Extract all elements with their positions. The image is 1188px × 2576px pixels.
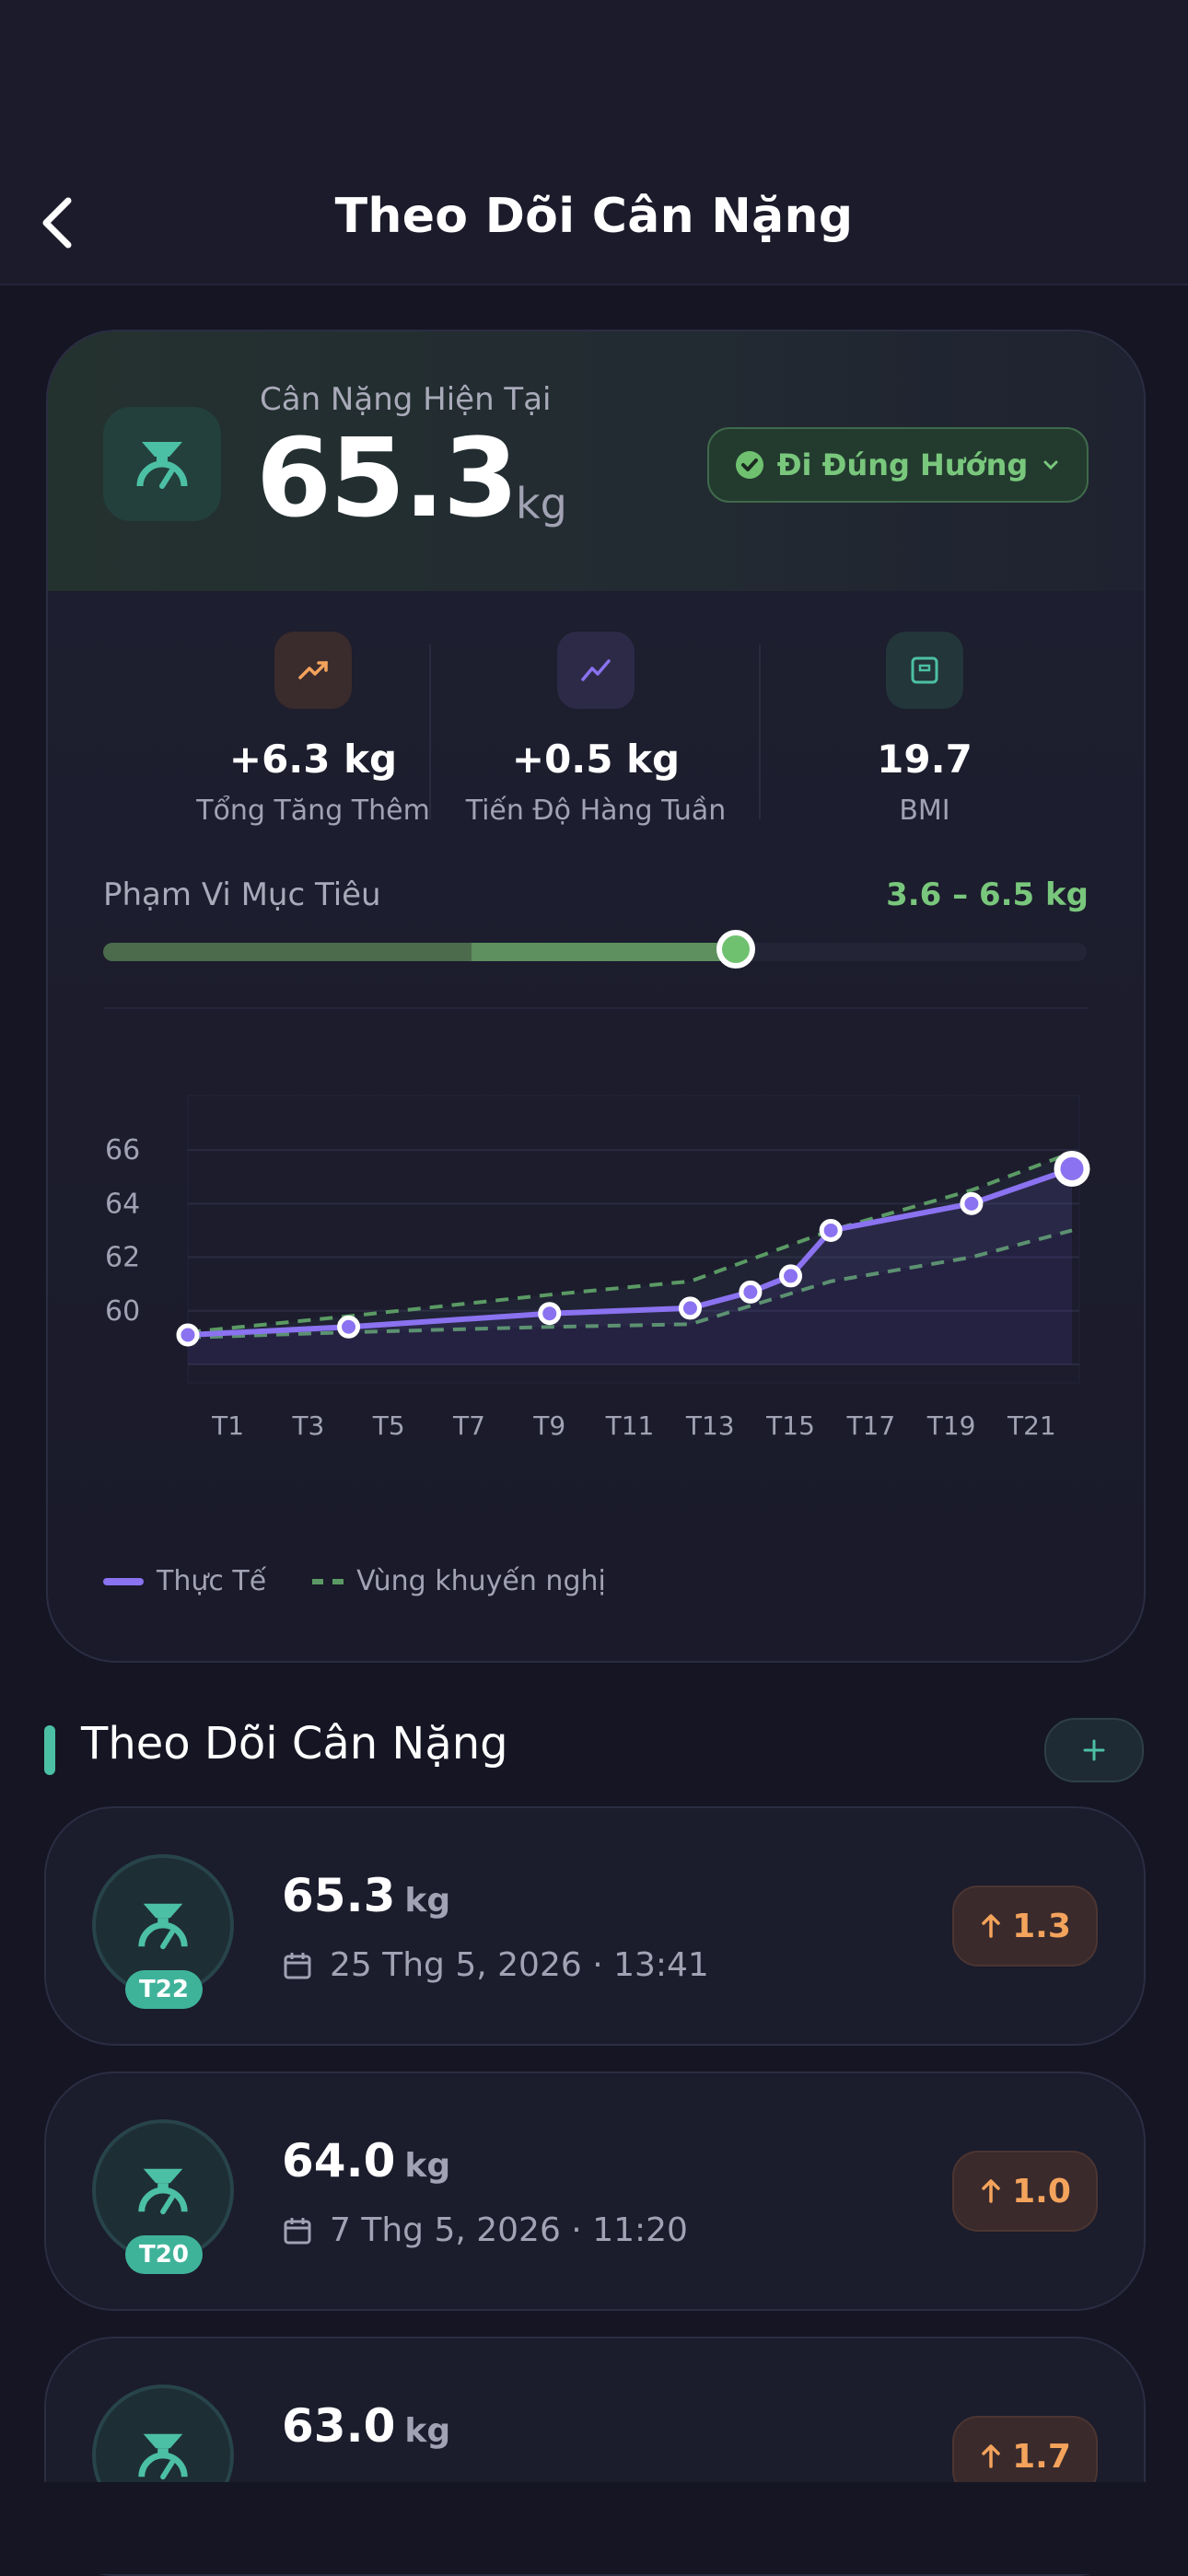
status-dropdown[interactable]: Đi Đúng Hướng [707, 427, 1089, 503]
entry-date-text: 7 Thg 5, 2026 · 11:20 [330, 2211, 688, 2249]
target-range-marker [716, 930, 755, 969]
entry-weight-value: 65.3 [282, 1869, 396, 1922]
target-range-value: 3.6 – 6.5 kg [886, 876, 1089, 913]
x-tick-label: T11 [605, 1410, 655, 1441]
y-tick-label: 66 [105, 1134, 140, 1166]
data-point [960, 1191, 984, 1215]
x-tick-label: T15 [765, 1410, 815, 1441]
legend-band-label: Vùng khuyến nghị [356, 1565, 606, 1597]
legend-actual-swatch [103, 1577, 144, 1585]
add-entry-button[interactable] [1044, 1718, 1144, 1782]
scale-icon [136, 442, 188, 489]
entry-weight-value: 64.0 [282, 2134, 396, 2187]
weight-entry-card[interactable]: T20 64.0 kg 7 Thg 5, 2026 · 11:20 1.0 [44, 2071, 1146, 2311]
scale-icon-box [103, 407, 221, 521]
legend-band-swatch [312, 1578, 344, 1584]
entry-date: 7 Thg 5, 2026 · 11:20 [282, 2211, 688, 2249]
data-point [176, 1323, 200, 1347]
stat-bmi-label: BMI [899, 795, 950, 827]
x-tick-label: T5 [372, 1410, 405, 1441]
bmi-scale-icon [886, 632, 963, 709]
x-tick-label: T7 [452, 1410, 485, 1441]
stat-bmi-value: 19.7 [877, 737, 973, 782]
chart-legend: Thực Tế Vùng khuyến nghị [103, 1565, 634, 1597]
section-accent-bar [44, 1725, 55, 1775]
stat-weekly-progress: +0.5 kg Tiến Độ Hàng Tuần [421, 632, 771, 827]
entry-change-value: 1.0 [1012, 2172, 1071, 2210]
target-range-zone [472, 943, 748, 961]
divider [103, 1007, 1089, 1009]
chevron-down-icon [1043, 460, 1058, 470]
status-bar-area [0, 0, 1188, 175]
check-circle-icon [735, 451, 763, 479]
data-point [739, 1280, 763, 1304]
target-range-label: Phạm Vi Mục Tiêu [103, 876, 381, 913]
arrow-up-icon [982, 2444, 1000, 2468]
entry-change-badge: 1.3 [952, 1886, 1098, 1967]
trend-line-icon [557, 632, 635, 709]
weight-chart: 60 62 64 66 T1 T3 T5 T7 T9 T11 T13 T15 T17 T19 T21 [105, 1095, 1090, 1441]
week-badge: T20 [125, 2235, 203, 2274]
x-tick-label: T3 [291, 1410, 324, 1441]
entry-change-value: 1.7 [1012, 2437, 1071, 2476]
bottom-fade [0, 2482, 1188, 2574]
current-weight-unit: kg [516, 479, 567, 528]
entry-date-text: 25 Thg 5, 2026 · 13:41 [330, 1946, 709, 1984]
x-tick-label: T9 [532, 1410, 565, 1441]
data-point [538, 1302, 562, 1326]
week-badge: T22 [125, 1970, 203, 2009]
entry-weight: 64.0 kg [282, 2134, 450, 2187]
x-tick-label: T19 [926, 1410, 976, 1441]
entry-weight: 65.3 kg [282, 1869, 450, 1922]
page-title: Theo Dõi Cân Nặng [334, 189, 854, 244]
entry-weight-value: 63.0 [282, 2399, 396, 2453]
entry-date: 25 Thg 5, 2026 · 13:41 [282, 1946, 709, 1984]
entry-change-value: 1.3 [1012, 1907, 1071, 1945]
stat-weekly-progress-value: +0.5 kg [511, 737, 681, 782]
section-title: Theo Dõi Cân Nặng [81, 1718, 508, 1770]
legend-band: Vùng khuyến nghị [312, 1565, 606, 1597]
plus-icon [1083, 1739, 1105, 1761]
entry-weight-unit: kg [404, 1882, 451, 1920]
weight-entry-card[interactable]: T22 65.3 kg 25 Thg 5, 2026 · 13:41 1.3 [44, 1806, 1146, 2046]
current-weight-value: 65.3 [256, 414, 518, 541]
calendar-icon [284, 2217, 311, 2244]
stat-weekly-progress-label: Tiến Độ Hàng Tuần [465, 795, 727, 827]
y-tick-label: 60 [105, 1295, 140, 1328]
entry-change-badge: 1.0 [952, 2151, 1098, 2232]
legend-actual: Thực Tế [103, 1565, 266, 1597]
legend-actual-label: Thực Tế [157, 1565, 267, 1597]
calendar-icon [284, 1952, 311, 1978]
entry-weight-unit: kg [404, 2147, 451, 2185]
trend-up-icon [274, 632, 352, 709]
data-point [337, 1315, 361, 1339]
summary-card: Cân Nặng Hiện Tại 65.3 kg Đi Đúng Hướng … [46, 330, 1146, 1663]
arrow-up-icon [982, 2179, 1000, 2203]
arrow-up-icon [982, 1914, 1000, 1938]
entry-weight-unit: kg [404, 2412, 451, 2450]
x-tick-label: T13 [685, 1410, 735, 1441]
data-point [1054, 1150, 1090, 1187]
y-tick-label: 62 [105, 1242, 140, 1274]
status-text: Đi Đúng Hướng [776, 447, 1029, 482]
data-point [779, 1264, 803, 1288]
x-tick-label: T21 [1007, 1410, 1056, 1441]
x-tick-label: T17 [845, 1410, 895, 1441]
y-tick-label: 64 [105, 1188, 140, 1220]
data-point [678, 1296, 702, 1320]
x-tick-label: T1 [211, 1410, 244, 1441]
stat-bmi: 19.7 BMI [750, 632, 1100, 827]
data-point [819, 1218, 843, 1242]
entry-weight: 63.0 kg [282, 2399, 450, 2453]
current-weight-label: Cân Nặng Hiện Tại [260, 381, 552, 418]
